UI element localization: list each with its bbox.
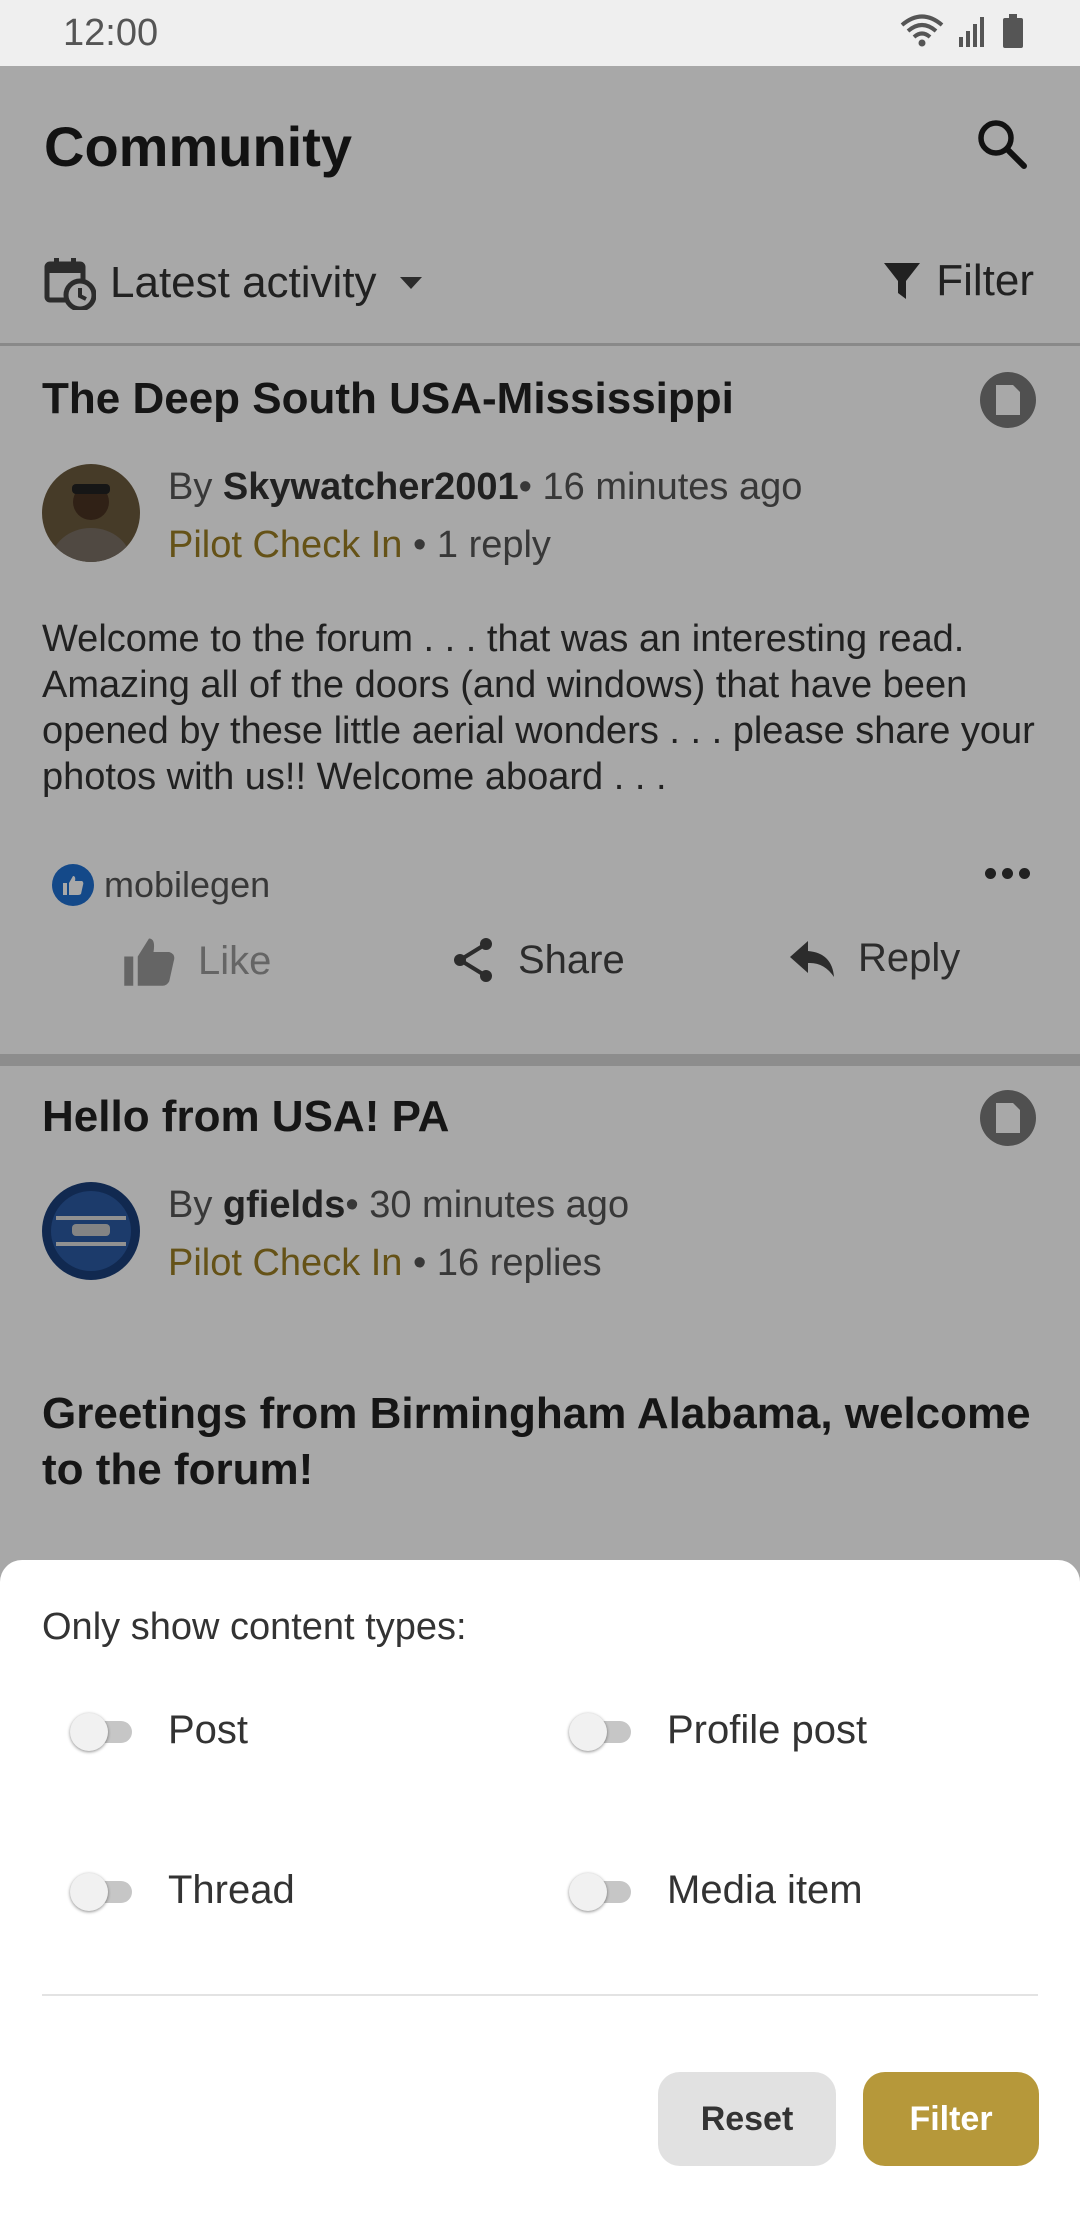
toggle-label: Profile post — [667, 1708, 868, 1752]
status-time: 12:00 — [63, 12, 159, 54]
status-bar: 12:00 — [0, 0, 1080, 66]
toggle-label: Post — [168, 1708, 249, 1752]
toggle-media-item[interactable]: Media item — [569, 1868, 863, 1913]
filter-bottom-sheet: Only show content types: Post Profile po… — [0, 1560, 1080, 2220]
reset-button[interactable]: Reset — [658, 2072, 836, 2166]
toggle-switch[interactable] — [70, 1871, 132, 1911]
toggle-thread[interactable]: Thread — [70, 1868, 295, 1913]
toggle-switch[interactable] — [70, 1711, 132, 1751]
wifi-icon — [900, 14, 944, 47]
toggle-post[interactable]: Post — [70, 1708, 248, 1753]
toggle-profile-post[interactable]: Profile post — [569, 1708, 867, 1753]
signal-icon — [959, 17, 984, 47]
sheet-heading: Only show content types: — [42, 1606, 467, 1648]
status-icons — [900, 14, 1024, 48]
toggle-label: Media item — [667, 1868, 863, 1912]
sheet-divider — [42, 1994, 1038, 1996]
toggle-switch[interactable] — [569, 1711, 631, 1751]
toggle-switch[interactable] — [569, 1871, 631, 1911]
toggle-label: Thread — [168, 1868, 295, 1912]
apply-filter-button[interactable]: Filter — [863, 2072, 1039, 2166]
battery-icon — [1003, 14, 1023, 48]
